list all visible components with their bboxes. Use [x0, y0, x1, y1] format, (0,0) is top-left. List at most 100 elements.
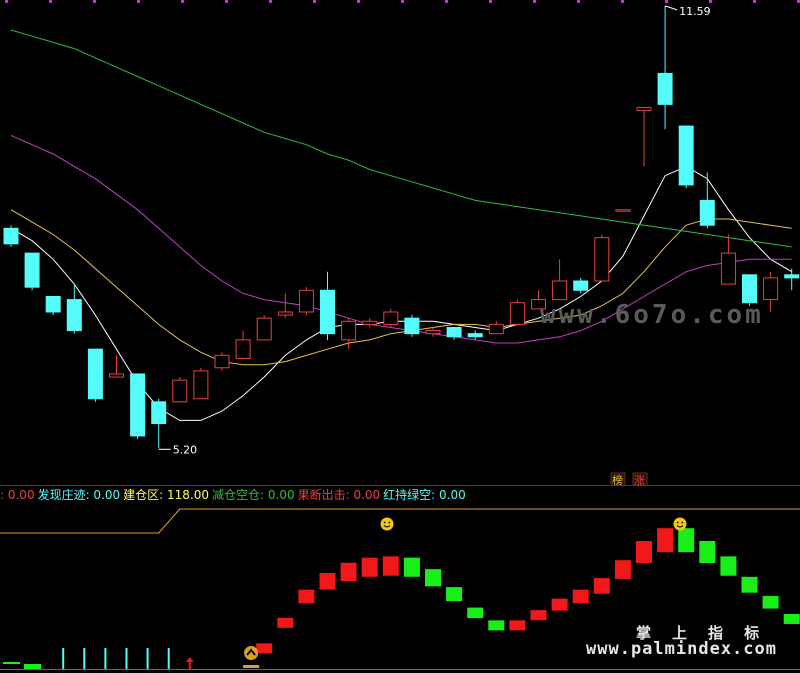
ma-line-ma_mid [10, 209, 792, 366]
smiley-eye [383, 521, 386, 524]
indicator-block [361, 557, 378, 577]
indicator-value-4: 果断出击: 0.00 [297, 488, 381, 502]
candle-body [678, 125, 694, 186]
candle-body [3, 227, 19, 245]
candle-body [763, 277, 779, 301]
candle-body [488, 323, 504, 335]
candle-body [130, 373, 146, 437]
candle-body [151, 401, 167, 425]
smiley-eye [676, 521, 679, 524]
candle-body [214, 354, 230, 369]
candle-body [636, 106, 652, 112]
base-bar [3, 662, 20, 664]
up-arrow-icon [185, 657, 194, 669]
indicator-block [277, 617, 294, 628]
badge-label: 涨 [634, 474, 645, 486]
ma-line-ma_short [10, 165, 792, 421]
indicator-block [382, 556, 399, 576]
indicator-value-0: : 0.00 [0, 488, 35, 502]
candle-body [615, 209, 631, 212]
smiley-icon [380, 517, 394, 531]
candle-body [509, 302, 525, 325]
indicator-block [741, 576, 758, 593]
indicator-block [425, 569, 441, 587]
candle-body [172, 379, 188, 403]
candle-body [467, 333, 483, 338]
candle-body [87, 348, 103, 400]
candlestick-chart: 11.59 5.20 榜涨 [0, 0, 800, 486]
high-marker-line [664, 5, 678, 11]
smiley-icon [673, 517, 687, 531]
top-tick [401, 0, 404, 3]
top-tick [445, 0, 448, 3]
candle-body [45, 295, 61, 313]
top-tick [49, 0, 52, 3]
indicator-block [762, 596, 779, 609]
watermark-main: www.6o7o.com [540, 300, 764, 330]
candle-body [24, 252, 40, 288]
candle-body [277, 311, 293, 316]
candle-body [657, 72, 673, 105]
indicator-block [551, 598, 568, 611]
indicator-block [657, 528, 674, 553]
candle-body [109, 373, 124, 378]
badge-label: 榜 [612, 473, 623, 486]
candle-body [742, 274, 757, 304]
top-tick [269, 0, 272, 3]
candle-body [341, 320, 357, 341]
candle-body [362, 320, 378, 325]
indicator-block [298, 589, 315, 604]
candle-body [193, 370, 209, 400]
candle-body [425, 330, 441, 335]
candle-body [404, 317, 420, 335]
indicator-block [699, 541, 716, 563]
indicator-block [446, 587, 463, 602]
candle-body [235, 339, 251, 359]
indicator-value-5: 红持绿空: 0.00 [383, 488, 466, 502]
candle-body [446, 326, 462, 338]
indicator-block [614, 560, 631, 579]
top-tick [577, 0, 580, 3]
indicator-block [340, 562, 357, 582]
buy-signal-base [243, 665, 260, 668]
indicator-value-bar: : 0.00 发现庄迹: 0.00 建仓区: 118.00 减仓空仓: 0.00 果断出… [0, 486, 800, 504]
base-bar [24, 664, 41, 669]
indicator-block [488, 620, 505, 631]
candle-body [256, 317, 272, 341]
smiley-eye [388, 521, 391, 524]
buy-signal-icon [244, 646, 259, 660]
top-tick [489, 0, 492, 3]
top-tick [93, 0, 96, 3]
indicator-block [403, 557, 420, 577]
candle-body [66, 299, 82, 332]
indicator-value-1: 发现庄迹: 0.00 [37, 488, 121, 502]
chart-root: 11.59 5.20 榜涨 www.6o7o.com : 0.00 发现庄迹: 0.0… [0, 0, 800, 673]
ma-line-ma_longest [10, 29, 792, 248]
top-tick [753, 0, 756, 3]
smiley-eye [681, 521, 684, 524]
top-tick [621, 0, 624, 3]
top-tick [357, 0, 360, 3]
candle-body [784, 274, 800, 279]
top-tick [313, 0, 316, 3]
indicator-block [720, 556, 737, 576]
candle-body [699, 199, 715, 226]
indicator-block [572, 589, 589, 604]
indicator-block [636, 541, 652, 563]
indicator-block [319, 573, 336, 590]
indicator-block [509, 620, 526, 631]
candle-body [594, 237, 610, 282]
top-tick [665, 0, 668, 3]
top-tick [137, 0, 140, 3]
candle-body [383, 311, 399, 325]
indicator-block [783, 613, 800, 624]
low-price-label: 5.20 [173, 443, 198, 456]
indicator-block [678, 528, 695, 553]
candle-body [573, 280, 589, 291]
indicator-block [530, 610, 547, 621]
top-tick [709, 0, 712, 3]
indicator-block [593, 578, 610, 594]
candle-body [320, 289, 335, 335]
watermark-sub2: www.palmindex.com [586, 639, 777, 659]
high-price-label: 11.59 [679, 5, 711, 18]
